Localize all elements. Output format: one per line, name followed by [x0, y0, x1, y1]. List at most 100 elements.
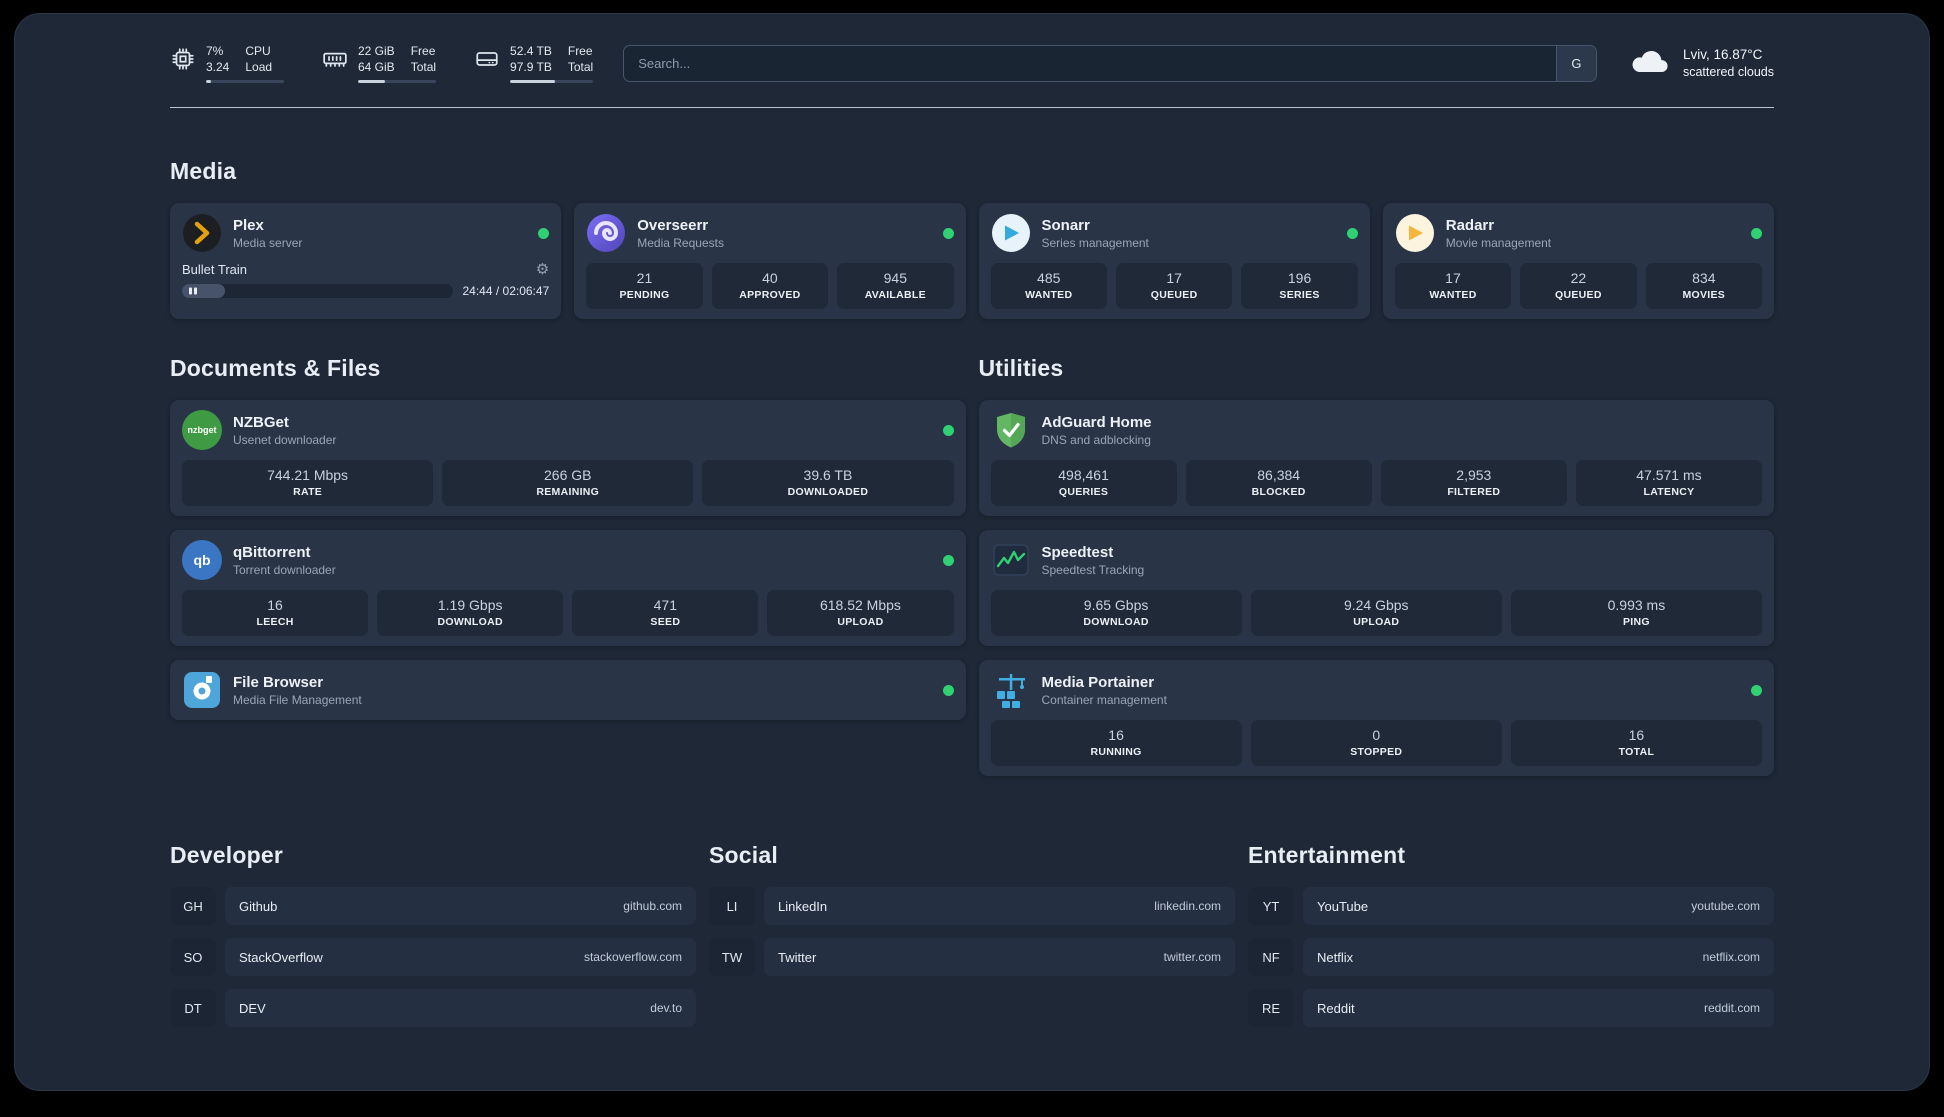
stat-value: 9.65 Gbps — [1083, 597, 1149, 614]
bookmark-abbr[interactable]: SO — [170, 938, 216, 977]
overseerr-service-link[interactable]: Overseerr Media Requests — [586, 213, 954, 253]
stat-value: 40 — [762, 270, 778, 287]
stat-value: 39.6 TB — [803, 467, 853, 484]
weather-location: Lviv, 16.87°C — [1682, 47, 1763, 63]
disk-labels: Free Total — [568, 44, 593, 75]
radarr-service-link[interactable]: Radarr Movie management — [1395, 213, 1762, 253]
sonarr-card: Sonarr Series management 485 WANTED 17 Q… — [978, 203, 1370, 320]
stat-value: 86,384 — [1257, 467, 1301, 484]
portainer-stats: 16 RUNNING 0 STOPPED 16 TOTAL — [990, 720, 1763, 767]
bookmark-abbr[interactable]: RE — [1248, 989, 1294, 1028]
bookmark-abbr[interactable]: LI — [709, 887, 755, 926]
settings-gear-icon[interactable]: ⚙ — [536, 262, 549, 277]
section-heading-utilities: Utilities — [978, 355, 1064, 382]
service-description: DNS and adblocking — [1041, 432, 1151, 447]
filebrowser-meta: File Browser Media File Management — [233, 674, 362, 707]
stat-ping: 0.993 ms PING — [1510, 590, 1763, 637]
speedtest-chart-icon — [991, 540, 1031, 580]
stat-label: SEED — [650, 616, 681, 629]
bookmark-link[interactable]: Reddit reddit.com — [1303, 989, 1774, 1028]
bookmark-name: Netflix — [1317, 949, 1354, 965]
bookmark-linkedin: LI LinkedIn linkedin.com — [709, 887, 1235, 926]
qbittorrent-meta: qBittorrent Torrent downloader — [233, 544, 336, 577]
bookmark-abbr[interactable]: YT — [1248, 887, 1294, 926]
stat-value: 17 — [1166, 270, 1182, 287]
filebrowser-service-link[interactable]: File Browser Media File Management — [182, 670, 954, 710]
bookmark-github: GH Github github.com — [170, 887, 696, 926]
documents-column: Documents & Files nzbget NZBGet Usenet d… — [170, 319, 966, 734]
bookmark-abbr[interactable]: DT — [170, 989, 216, 1028]
speedtest-service-link[interactable]: Speedtest Speedtest Tracking — [991, 540, 1763, 580]
stat-label: STOPPED — [1350, 746, 1403, 759]
weather-widget: Lviv, 16.87°C scattered clouds — [1627, 46, 1774, 81]
bookmark-name: Github — [239, 898, 278, 914]
section-heading-media: Media — [170, 158, 237, 185]
disk-widget: 52.4 TB 97.9 TB Free Total — [474, 44, 594, 84]
cpu-icon — [170, 46, 196, 72]
search-bar: G — [623, 45, 1597, 83]
memory-readout: 22 GiB 64 GiB Free Total — [358, 44, 437, 84]
bookmark-url: dev.to — [650, 1001, 682, 1016]
stat-label: PING — [1622, 616, 1650, 629]
speedtest-meta: Speedtest Speedtest Tracking — [1042, 544, 1145, 577]
stat-label: APPROVED — [739, 289, 801, 302]
service-description: Media Requests — [637, 235, 724, 250]
qbittorrent-icon: qb — [182, 540, 222, 581]
bookmark-link[interactable]: Twitter twitter.com — [764, 938, 1235, 977]
section-heading-documents: Documents & Files — [170, 355, 381, 382]
stat-download: 1.19 Gbps DOWNLOAD — [377, 590, 564, 637]
speedtest-stats: 9.65 Gbps DOWNLOAD 9.24 Gbps UPLOAD 0.99… — [990, 590, 1763, 637]
section-heading-entertainment: Entertainment — [1248, 842, 1406, 869]
stat-filtered: 2,953 FILTERED — [1380, 460, 1567, 507]
sonarr-service-link[interactable]: Sonarr Series management — [991, 213, 1358, 253]
search-provider-button[interactable]: G — [1555, 46, 1596, 82]
overseerr-icon — [586, 213, 626, 253]
stat-rate: 744.21 Mbps RATE — [182, 460, 434, 507]
bookmark-abbr[interactable]: TW — [709, 938, 755, 977]
radarr-icon — [1395, 213, 1435, 253]
stat-label: REMAINING — [536, 486, 600, 499]
bookmark-link[interactable]: Netflix netflix.com — [1303, 938, 1774, 977]
stat-label: DOWNLOAD — [1083, 616, 1149, 629]
bookmark-abbr[interactable]: GH — [170, 887, 216, 926]
service-name: AdGuard Home — [1041, 413, 1152, 431]
bookmark-netflix: NF Netflix netflix.com — [1248, 938, 1774, 977]
stat-label: PENDING — [619, 289, 670, 302]
overseerr-stats: 21 PENDING 40 APPROVED 945 AVAILABLE — [586, 263, 954, 310]
filebrowser-icon — [182, 670, 222, 710]
pause-icon[interactable] — [189, 287, 197, 295]
nzbget-service-link[interactable]: nzbget NZBGet Usenet downloader — [182, 410, 954, 451]
bookmark-link[interactable]: StackOverflow stackoverflow.com — [225, 938, 696, 977]
stat-value: 945 — [883, 270, 907, 287]
stat-label: RUNNING — [1090, 746, 1142, 759]
stat-wanted: 485 WANTED — [990, 263, 1107, 310]
resource-widgets: 7% 3.24 CPU Load 22 GiB 64 GiB Free Tota… — [170, 44, 594, 84]
qbittorrent-icon-text: qb — [193, 552, 211, 569]
adguard-service-link[interactable]: AdGuard Home DNS and adblocking — [991, 410, 1763, 450]
search-input[interactable] — [624, 46, 1556, 82]
plex-service-link[interactable]: Plex Media server — [182, 213, 550, 253]
media-grid: Plex Media server Bullet Train ⚙ 24:44 /… — [170, 203, 1774, 320]
bookmark-name: StackOverflow — [239, 949, 323, 965]
bookmarks-grid: Developer GH Github github.com SO StackO… — [170, 796, 1774, 1040]
nzbget-meta: NZBGet Usenet downloader — [233, 414, 336, 447]
plex-card: Plex Media server Bullet Train ⚙ 24:44 /… — [170, 203, 562, 320]
disk-free-value: 52.4 TB — [510, 44, 552, 58]
service-description: Speedtest Tracking — [1041, 562, 1145, 577]
portainer-service-link[interactable]: Media Portainer Container management — [991, 670, 1762, 710]
sonarr-stats: 485 WANTED 17 QUEUED 196 SERIES — [990, 263, 1358, 310]
bookmark-abbr[interactable]: NF — [1248, 938, 1294, 977]
stat-value: 22 — [1570, 270, 1587, 287]
qbittorrent-service-link[interactable]: qb qBittorrent Torrent downloader — [182, 540, 954, 581]
bookmark-link[interactable]: LinkedIn linkedin.com — [764, 887, 1235, 926]
weather-condition: scattered clouds — [1682, 65, 1774, 80]
cpu-widget: 7% 3.24 CPU Load — [170, 44, 284, 84]
status-dot — [1346, 227, 1358, 239]
bookmark-link[interactable]: Github github.com — [225, 887, 696, 926]
stat-upload: 9.24 Gbps UPLOAD — [1250, 590, 1502, 637]
filebrowser-card: File Browser Media File Management — [170, 660, 966, 721]
status-dot — [1751, 227, 1762, 239]
bookmark-link[interactable]: YouTube youtube.com — [1303, 887, 1774, 926]
bookmark-name: Twitter — [778, 949, 817, 965]
bookmark-link[interactable]: DEV dev.to — [225, 989, 696, 1028]
